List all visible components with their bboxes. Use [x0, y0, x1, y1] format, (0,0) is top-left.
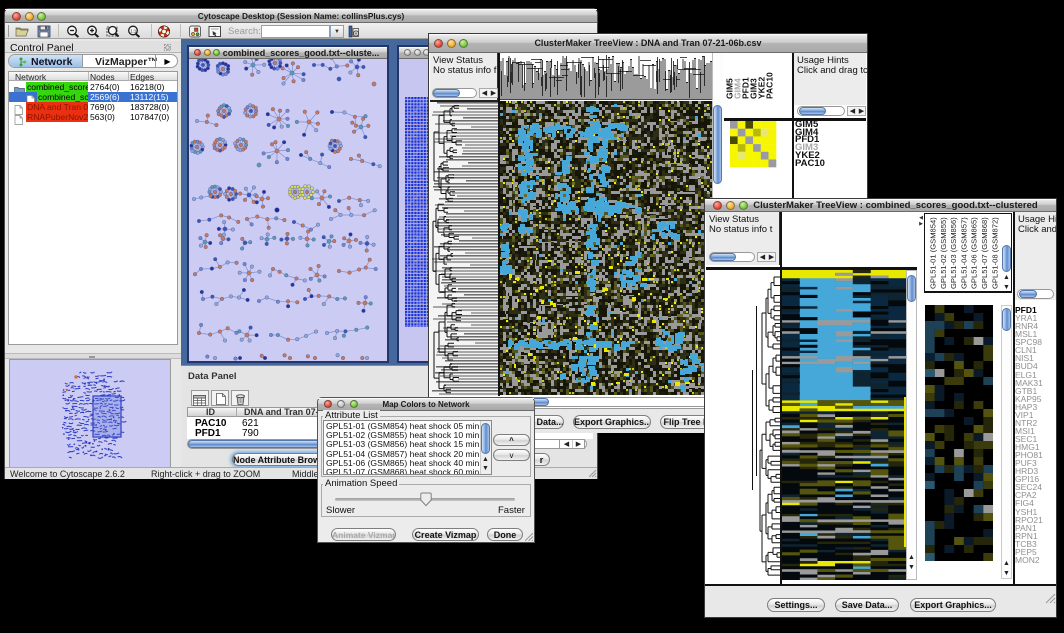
svg-text:GPL51-01 (GSM854): GPL51-01 (GSM854)	[929, 217, 938, 289]
svg-text:GPL51-02 (GSM855): GPL51-02 (GSM855)	[939, 217, 948, 289]
svg-text:GPL51-04 (GSM857): GPL51-04 (GSM857)	[959, 217, 968, 289]
svg-text:GPL51-07 (GSM868): GPL51-07 (GSM868)	[980, 217, 989, 289]
svg-text:PAC10: PAC10	[765, 72, 775, 99]
svg-text:GPL51-06 (GSM865): GPL51-06 (GSM865)	[970, 217, 979, 289]
svg-text:GPL51-03 (GSM856): GPL51-03 (GSM856)	[949, 217, 958, 289]
svg-text:1:1: 1:1	[130, 28, 136, 33]
svg-text:GPL51-08 (GSM872): GPL51-08 (GSM872)	[990, 217, 999, 289]
